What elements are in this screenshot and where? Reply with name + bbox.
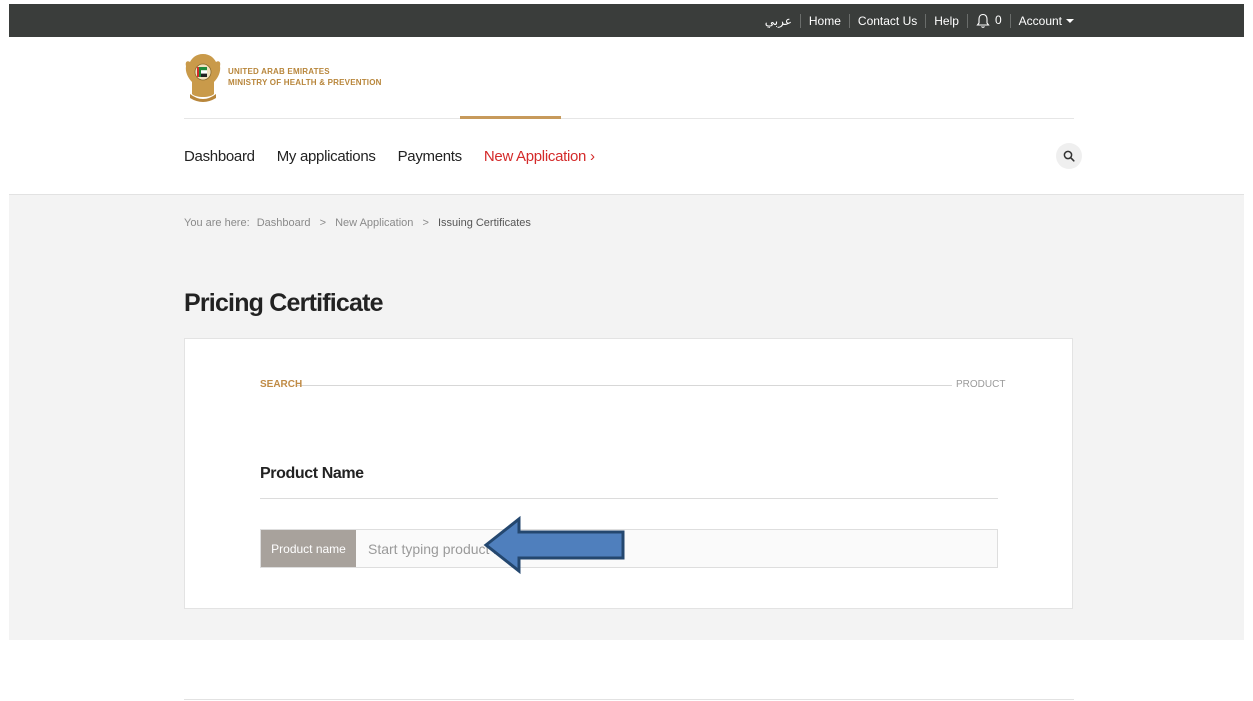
ministry-logo[interactable]: UNITED ARAB EMIRATES MINISTRY OF HEALTH … — [184, 50, 382, 104]
search-button[interactable] — [1056, 143, 1082, 169]
step-product: PRODUCT — [956, 379, 1006, 390]
language-link[interactable]: عربي — [765, 14, 792, 28]
nav-my-applications[interactable]: My applications — [277, 148, 376, 165]
product-name-label: Product name — [261, 530, 356, 567]
divider — [966, 13, 968, 28]
search-icon — [1063, 150, 1075, 162]
help-link[interactable]: Help — [934, 14, 959, 28]
breadcrumb-separator: > — [422, 217, 429, 229]
active-nav-indicator — [460, 116, 561, 119]
breadcrumb-prefix: You are here: — [184, 217, 250, 229]
notification-count: 0 — [994, 12, 1002, 27]
breadcrumb-issuing-certificates: Issuing Certificates — [437, 217, 531, 229]
nav-payments[interactable]: Payments — [398, 148, 463, 165]
divider — [925, 13, 927, 28]
page-title: Pricing Certificate — [184, 289, 384, 317]
main-nav: Dashboard My applications Payments New A… — [184, 148, 617, 165]
footer-divider — [184, 699, 1074, 700]
contact-us-link[interactable]: Contact Us — [858, 14, 917, 28]
arrow-left-icon — [483, 515, 625, 575]
step-progress-line — [296, 385, 952, 386]
top-bar: عربي Home Contact Us Help 0 Account — [9, 4, 1244, 37]
breadcrumb: You are here: Dashboard > New Applicatio… — [184, 217, 531, 229]
step-search: SEARCH — [260, 379, 303, 390]
utility-nav: عربي Home Contact Us Help 0 Account — [765, 4, 1074, 37]
product-name-field: Product name — [260, 529, 998, 568]
nav-dashboard[interactable]: Dashboard — [184, 148, 255, 165]
country-name: UNITED ARAB EMIRATES — [228, 67, 330, 76]
bell-icon — [976, 13, 990, 28]
account-label: Account — [1018, 13, 1062, 28]
product-name-input[interactable] — [356, 530, 997, 567]
nav-divider — [184, 118, 1074, 119]
nav-new-application[interactable]: New Application › — [484, 148, 595, 165]
chevron-down-icon — [1066, 19, 1074, 24]
divider — [799, 13, 801, 28]
ministry-title: MINISTRY OF HEALTH & PREVENTION — [228, 78, 382, 87]
home-link[interactable]: Home — [809, 14, 841, 28]
breadcrumb-dashboard[interactable]: Dashboard — [257, 217, 311, 229]
divider — [1009, 13, 1011, 28]
divider — [848, 13, 850, 28]
section-title: Product Name — [260, 465, 364, 482]
account-menu[interactable]: Account — [1019, 14, 1074, 28]
emblem-icon — [185, 54, 221, 102]
breadcrumb-new-application[interactable]: New Application — [335, 217, 413, 229]
section-divider — [260, 498, 998, 499]
notifications-button[interactable]: 0 — [976, 13, 1002, 29]
ministry-name: UNITED ARAB EMIRATES MINISTRY OF HEALTH … — [228, 66, 382, 88]
breadcrumb-separator: > — [319, 217, 327, 229]
